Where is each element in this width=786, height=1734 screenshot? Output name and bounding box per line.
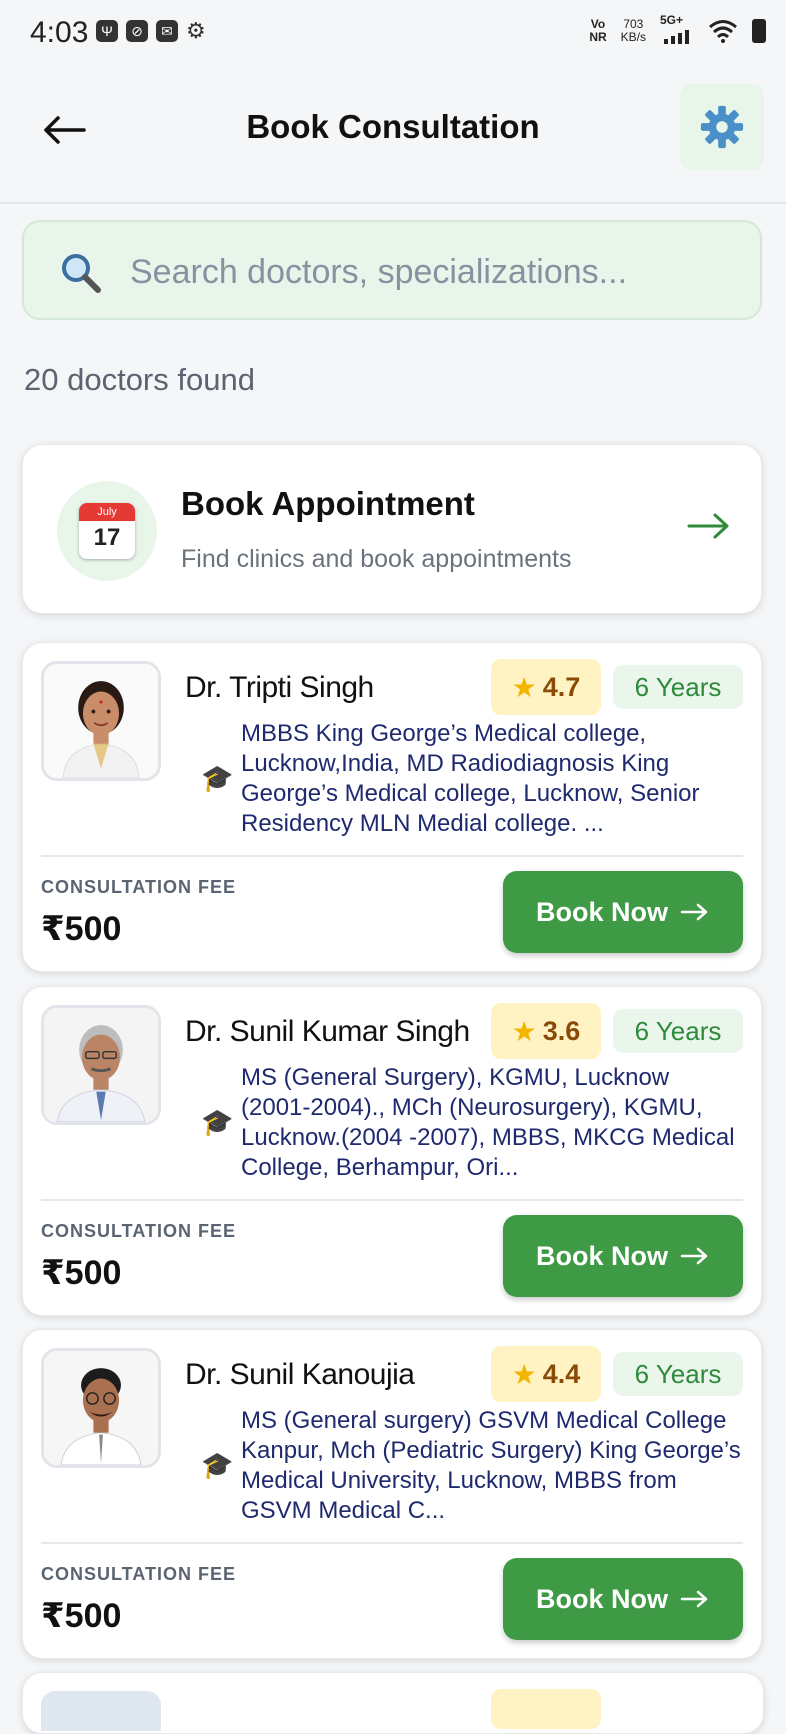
divider: [41, 1542, 743, 1544]
doctor-qualification: MS (General Surgery), KGMU, Lucknow (200…: [241, 1064, 735, 1181]
status-notification-icons: Ψ ⊘ ✉ ⚙: [96, 20, 208, 42]
experience-badge: 6 Years: [613, 1352, 743, 1396]
settings-button[interactable]: [680, 84, 764, 170]
divider: [41, 855, 743, 857]
search-input[interactable]: [128, 246, 732, 298]
experience-badge: 6 Years: [613, 665, 743, 709]
calendar-icon: July 17: [79, 503, 135, 559]
search-icon: [62, 254, 101, 293]
doctor-card-partial[interactable]: [22, 1672, 764, 1734]
volte-indicator: Vo NR: [589, 18, 606, 44]
book-now-button[interactable]: Book Now: [503, 1558, 743, 1640]
usb-icon: Ψ: [96, 20, 118, 42]
status-bar: 4:03 Ψ ⊘ ✉ ⚙ Vo NR 703 KB/s 5G+: [0, 0, 786, 70]
fee-value: ₹500: [41, 1597, 122, 1635]
graduation-cap-icon: 🎓: [201, 763, 234, 793]
doctor-name: Dr. Sunil Kanoujia: [185, 1358, 415, 1391]
settings-notification-icon: ⚙: [186, 18, 206, 43]
book-appointment-card[interactable]: July 17 Book Appointment Find clinics an…: [22, 444, 762, 614]
page-title: Book Consultation: [246, 108, 540, 145]
fee-label: CONSULTATION FEE: [41, 1564, 236, 1584]
fee-value: ₹500: [41, 910, 122, 948]
signal-icon: 5G+: [660, 14, 694, 44]
calendar-day: 17: [93, 524, 121, 551]
doctor-card[interactable]: Dr. Sunil Kanoujia ★ 4.4 6 Years 🎓 MS (G…: [22, 1329, 762, 1659]
speed-unit: KB/s: [620, 30, 646, 44]
app-notification-icon: ⊘: [126, 20, 148, 42]
doctor-name: Dr. Tripti Singh: [185, 671, 374, 704]
battery-icon: [752, 19, 766, 43]
experience-badge: 6 Years: [613, 1009, 743, 1053]
rating-value: 3.6: [542, 1015, 581, 1046]
star-icon: ★: [511, 1358, 537, 1390]
fee-value: ₹500: [41, 1254, 122, 1292]
rating-badge: [491, 1689, 601, 1729]
fee-label: CONSULTATION FEE: [41, 1221, 236, 1241]
book-now-button[interactable]: Book Now: [503, 1215, 743, 1297]
status-system-icons: Vo NR 703 KB/s 5G+: [589, 14, 766, 44]
arrow-right-icon: [680, 1247, 708, 1265]
doctor-photo: [41, 1348, 161, 1468]
doctor-photo: [41, 1005, 161, 1125]
graduation-cap-icon: 🎓: [201, 1450, 234, 1480]
calendar-month: July: [79, 503, 135, 521]
rating-badge: ★ 4.7: [491, 659, 601, 715]
rating-badge: ★ 3.6: [491, 1003, 601, 1059]
results-count: 20 doctors found: [24, 362, 255, 397]
book-now-label: Book Now: [536, 1583, 668, 1614]
signal-type: 5G+: [660, 13, 684, 27]
star-icon: ★: [511, 671, 537, 703]
doctor-name: Dr. Sunil Kumar Singh: [185, 1015, 470, 1048]
speed-indicator: 703 KB/s: [621, 18, 646, 44]
book-now-label: Book Now: [536, 1240, 668, 1271]
appointment-title: Book Appointment: [181, 485, 475, 522]
arrow-right-icon: [687, 503, 731, 551]
divider: [41, 1199, 743, 1201]
nr-label: NR: [589, 30, 607, 44]
appointment-subtitle: Find clinics and book appointments: [181, 545, 572, 573]
wifi-icon: [709, 20, 737, 43]
app-header: Book Consultation: [0, 70, 786, 204]
doctor-card[interactable]: Dr. Sunil Kumar Singh ★ 3.6 6 Years 🎓 MS…: [22, 986, 762, 1316]
fee-label: CONSULTATION FEE: [41, 877, 236, 897]
doctor-photo: [41, 661, 161, 781]
status-time: 4:03: [30, 16, 89, 49]
gear-icon: [700, 105, 744, 149]
rating-value: 4.4: [542, 1358, 581, 1389]
mail-icon: ✉: [156, 20, 178, 42]
arrow-right-icon: [680, 1590, 708, 1608]
star-icon: ★: [511, 1015, 537, 1047]
arrow-right-icon: [680, 903, 708, 921]
rating-badge: ★ 4.4: [491, 1346, 601, 1402]
book-now-label: Book Now: [536, 896, 668, 927]
rating-value: 4.7: [542, 671, 581, 702]
graduation-cap-icon: 🎓: [201, 1107, 234, 1137]
calendar-icon-wrap: July 17: [57, 481, 157, 581]
doctor-card[interactable]: Dr. Tripti Singh ★ 4.7 6 Years 🎓 MBBS Ki…: [22, 642, 762, 972]
doctor-qualification: MS (General surgery) GSVM Medical Colleg…: [241, 1407, 741, 1524]
doctor-photo: [41, 1691, 161, 1731]
search-bar[interactable]: [22, 220, 762, 320]
doctor-qualification: MBBS King George’s Medical college, Luck…: [241, 720, 700, 837]
book-now-button[interactable]: Book Now: [503, 871, 743, 953]
